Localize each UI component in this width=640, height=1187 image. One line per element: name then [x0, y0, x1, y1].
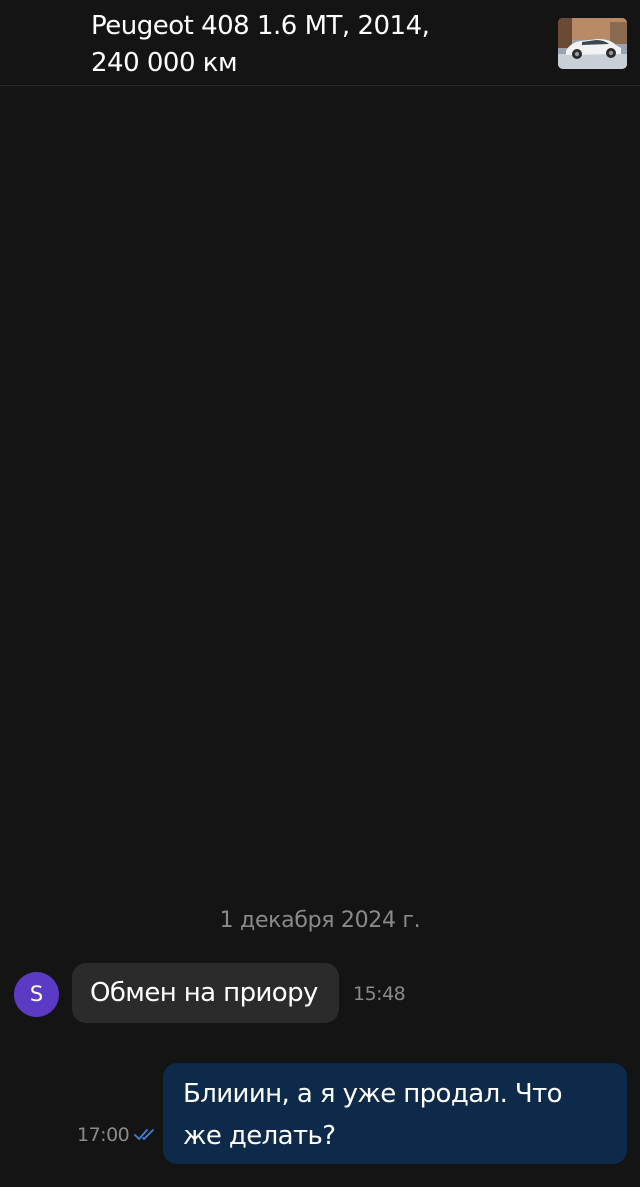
chat-screen: Peugeot 408 1.6 MT, 2014, 240 000 км 1 д… — [0, 0, 640, 1187]
outgoing-message-time: 17:00 — [77, 1124, 130, 1146]
listing-title-line1: Peugeot 408 1.6 MT, 2014, — [91, 11, 430, 41]
chat-header: Peugeot 408 1.6 MT, 2014, 240 000 км — [0, 0, 640, 86]
listing-title-line2: 240 000 км — [91, 48, 238, 78]
listing-title[interactable]: Peugeot 408 1.6 MT, 2014, 240 000 км — [91, 8, 511, 82]
double-check-icon — [134, 1129, 154, 1140]
incoming-message-time: 15:48 — [353, 983, 406, 1005]
date-divider: 1 декабря 2024 г. — [219, 908, 421, 933]
car-thumbnail[interactable] — [558, 18, 627, 69]
car-photo-icon — [558, 18, 627, 69]
sender-avatar[interactable]: S — [14, 972, 59, 1017]
outgoing-message-bubble[interactable]: Блииин, а я уже продал. Что же делать? — [163, 1063, 627, 1164]
incoming-message-bubble[interactable]: Обмен на приору — [72, 963, 339, 1023]
